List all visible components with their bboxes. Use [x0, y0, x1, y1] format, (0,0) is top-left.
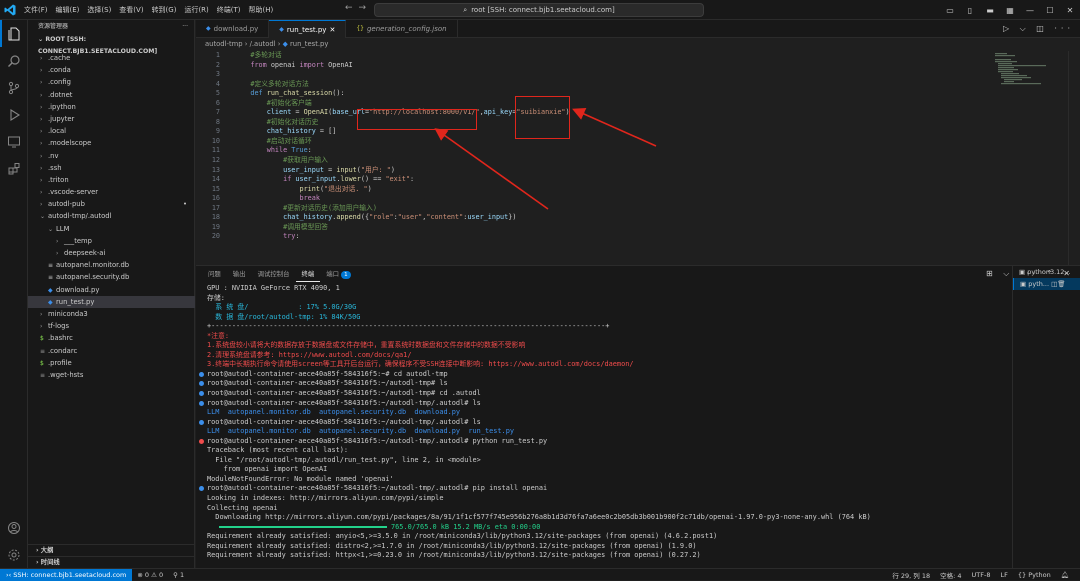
annotation-arrows: [434, 108, 657, 210]
